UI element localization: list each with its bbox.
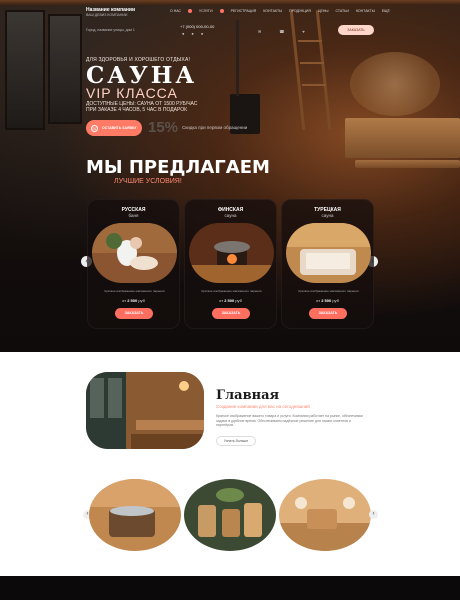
nav-dot-icon xyxy=(219,9,224,13)
nav-item[interactable]: ЕЩЁ xyxy=(382,9,390,13)
card-description: Краткое изображение массажного парения xyxy=(104,289,165,293)
order-button[interactable]: ЗАКАЗАТЬ xyxy=(309,308,347,319)
price-prefix: от xyxy=(316,298,321,303)
window-left xyxy=(5,10,45,130)
card-description: Краткое изображение массажного парения xyxy=(298,289,359,293)
card-image xyxy=(189,223,274,283)
top-bar: Название компании ВАШ ДЕВИЗ КОМПАНИИ О Н… xyxy=(0,0,460,24)
address: Город, название улицы, дом 1 xyxy=(86,28,135,32)
gallery-next-button[interactable]: › xyxy=(369,510,378,519)
mail-icon[interactable]: ✉ xyxy=(258,29,261,34)
main-nav: О НАС УСЛУГИ РЕГИСТРАЦИЯ КОНТАКТЫ ПРОДУК… xyxy=(170,9,390,13)
order-button[interactable]: ЗАКАЗАТЬ xyxy=(115,308,153,319)
chimney xyxy=(236,20,239,96)
gallery-image[interactable] xyxy=(89,479,181,551)
nav-item[interactable]: О НАС xyxy=(170,9,181,13)
card-subtitle: сауна xyxy=(224,213,237,218)
social-icons: ● ● ● xyxy=(182,31,203,36)
card-subtitle: сауна xyxy=(321,213,334,218)
ladder-step xyxy=(298,40,322,42)
nav-item[interactable]: ПРОДУКЦИЯ xyxy=(289,9,311,13)
price-currency: руб xyxy=(138,298,145,303)
phone-icon[interactable]: ☎ xyxy=(279,29,284,34)
card-price: от 2 500 руб xyxy=(185,298,276,303)
card-price: от 2 500 руб xyxy=(88,298,179,303)
footer xyxy=(0,576,460,600)
offer-title: МЫ ПРЕДЛАГАЕМ xyxy=(86,157,270,178)
hero-promo: ДОСТУПНЫЕ ЦЕНЫ: САУНА ОТ 1500 РУБ/ЧАС ПР… xyxy=(86,101,226,113)
gallery-image[interactable] xyxy=(184,479,276,551)
contact-icons: ✉ ☎ ⌖ xyxy=(258,29,305,34)
nav-item[interactable]: КОНТАКТЫ xyxy=(356,9,375,13)
window-mid xyxy=(48,14,82,124)
company-tagline: ВАШ ДЕВИЗ КОМПАНИИ xyxy=(86,13,128,17)
phone-number[interactable]: +7 (000) 000-00-00 xyxy=(180,24,214,29)
learn-more-button[interactable]: Узнать больше xyxy=(216,436,256,446)
price-currency: руб xyxy=(332,298,339,303)
ladder-step xyxy=(302,84,326,86)
about-subtitle: Создание компании для вас на сегодняшний xyxy=(216,404,310,409)
call-button[interactable]: ЗАКАЗАТЬ xyxy=(338,25,374,35)
card-price: от 2 500 руб xyxy=(282,298,373,303)
offer-subtitle: ЛУЧШИЕ УСЛОВИЯ! xyxy=(114,178,182,185)
discount-value: 15% xyxy=(148,119,179,136)
ladder-step xyxy=(300,62,324,64)
price-prefix: от xyxy=(219,298,224,303)
bench-step xyxy=(355,160,460,168)
whatsapp-icon[interactable]: ● xyxy=(191,31,193,36)
request-button-label: ОСТАВИТЬ ЗАЯВКУ xyxy=(102,126,137,130)
nav-item[interactable]: СТАТЬИ xyxy=(335,9,348,13)
price-value: 2 500 xyxy=(127,298,138,303)
hero-section: Название компании ВАШ ДЕВИЗ КОМПАНИИ О Н… xyxy=(0,0,460,352)
request-button[interactable]: ☏ ОСТАВИТЬ ЗАЯВКУ xyxy=(86,120,142,136)
ladder-rail-right xyxy=(315,10,332,130)
card-image xyxy=(92,223,177,283)
price-value: 2 500 xyxy=(224,298,235,303)
phone-icon: ☏ xyxy=(91,124,98,132)
about-text: Краткое изображение вашего товара и услу… xyxy=(216,414,363,427)
discount-note: Скидка при первом обращении xyxy=(182,125,248,130)
bench xyxy=(345,118,460,158)
about-image xyxy=(86,372,204,449)
vk-icon[interactable]: ● xyxy=(182,31,184,36)
telegram-icon[interactable]: ● xyxy=(201,31,203,36)
about-section: Главная Создание компании для вас на сег… xyxy=(0,352,460,576)
price-currency: руб xyxy=(235,298,242,303)
location-icon[interactable]: ⌖ xyxy=(302,29,304,34)
service-card[interactable]: ТУРЕЦКАЯ сауна Краткое изображение масса… xyxy=(281,199,374,329)
nav-item[interactable]: ЦЕНЫ xyxy=(318,9,329,13)
firewood xyxy=(350,52,440,116)
card-image xyxy=(286,223,371,283)
order-button[interactable]: ЗАКАЗАТЬ xyxy=(212,308,250,319)
price-value: 2 500 xyxy=(321,298,332,303)
card-description: Краткое изображение массажного парения xyxy=(201,289,262,293)
nav-dot-icon xyxy=(188,9,193,13)
card-subtitle: баня xyxy=(128,213,139,218)
gallery-image[interactable] xyxy=(279,479,371,551)
price-prefix: от xyxy=(122,298,127,303)
nav-item[interactable]: РЕГИСТРАЦИЯ xyxy=(231,9,257,13)
service-card[interactable]: РУССКАЯ баня Краткое изображение массажн… xyxy=(87,199,180,329)
service-card[interactable]: ФИНСКАЯ сауна Краткое изображение массаж… xyxy=(184,199,277,329)
about-title: Главная xyxy=(216,388,280,403)
hero-subtitle: VIP КЛАССА xyxy=(86,85,178,101)
nav-item[interactable]: УСЛУГИ xyxy=(199,9,213,13)
promo-line: ПРИ ЗАКАЗЕ 4 ЧАСОВ, 5 ЧАС В ПОДАРОК xyxy=(86,107,188,113)
nav-item[interactable]: КОНТАКТЫ xyxy=(263,9,282,13)
